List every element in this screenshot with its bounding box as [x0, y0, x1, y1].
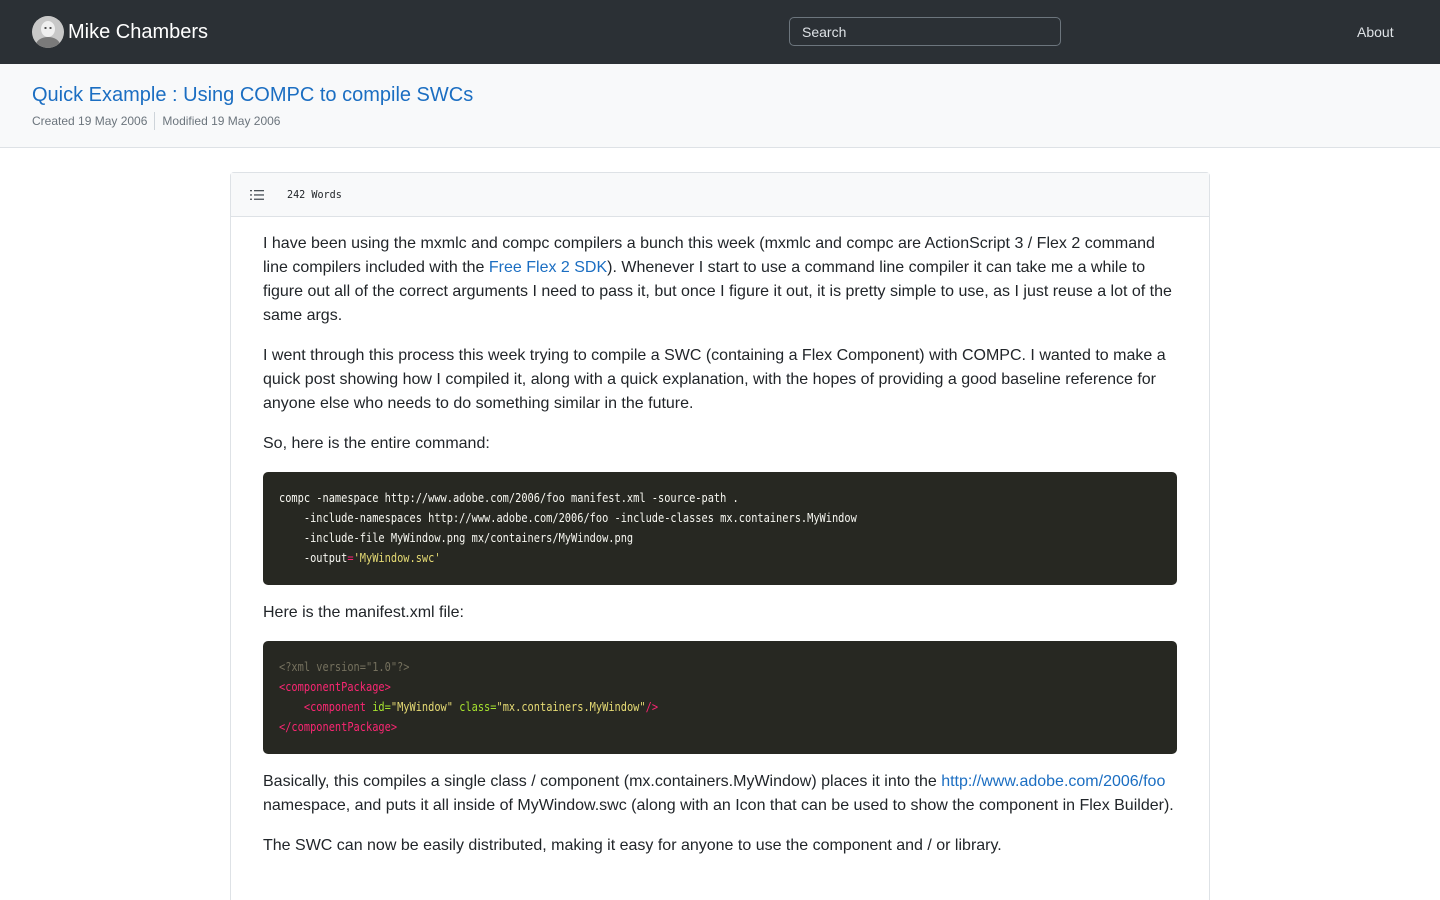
avatar-photo-icon: [32, 16, 64, 48]
paragraph: Basically, this compiles a single class …: [263, 770, 1177, 818]
post-meta: Created 19 May 2006 Modified 19 May 2006: [32, 112, 280, 130]
post-title[interactable]: Quick Example : Using COMPC to compile S…: [32, 83, 473, 107]
paragraph-text: Basically, this compiles a single class …: [263, 773, 942, 790]
code-token: "MyWindow": [390, 700, 453, 714]
word-count: 242 Words: [287, 188, 342, 201]
meta-divider: [154, 112, 156, 130]
code-token: />: [645, 700, 659, 714]
code-line: </componentPackage>: [279, 720, 398, 734]
top-navbar: Mike Chambers About: [0, 0, 1440, 64]
paragraph: The SWC can now be easily distributed, m…: [263, 837, 1002, 854]
paragraph: I have been using the mxmlc and compc co…: [263, 232, 1177, 328]
search-input[interactable]: [789, 17, 1061, 46]
post-content: I have been using the mxmlc and compc co…: [263, 232, 1177, 874]
brand-name: Mike Chambers: [68, 21, 209, 43]
post-card: 242 Words I have been using the mxmlc an…: [230, 172, 1210, 900]
brand-link[interactable]: Mike Chambers: [32, 16, 208, 48]
nav-about-link[interactable]: About: [1357, 23, 1394, 41]
code-line: <?xml version="1.0"?>: [279, 660, 410, 674]
paragraph: I went through this process this week tr…: [263, 347, 1166, 412]
paragraph: So, here is the entire command:: [263, 435, 490, 452]
code-line: -include-file MyWindow.png mx/containers…: [279, 531, 634, 545]
code-token: id=: [365, 700, 391, 714]
code-token: 'MyWindow.swc': [353, 551, 441, 565]
code-line: -output='MyWindow.swc': [279, 548, 1038, 568]
paragraph-text: namespace, and puts it all inside of MyW…: [263, 797, 1174, 814]
list-icon: [250, 189, 264, 200]
code-token: class=: [452, 700, 497, 714]
flex-sdk-link[interactable]: Free Flex 2 SDK: [489, 259, 607, 276]
code-block-manifest: <?xml version="1.0"?> <componentPackage> …: [263, 641, 1177, 754]
code-line: <component id="MyWindow" class="mx.conta…: [279, 697, 1038, 717]
modified-date: Modified 19 May 2006: [162, 114, 281, 128]
code-token: -output: [279, 551, 348, 565]
paragraph: Here is the manifest.xml file:: [263, 604, 464, 621]
code-line: -include-namespaces http://www.adobe.com…: [279, 511, 857, 525]
post-header: Quick Example : Using COMPC to compile S…: [0, 64, 1440, 148]
card-header: 242 Words: [231, 173, 1209, 217]
created-date: Created 19 May 2006: [32, 114, 148, 128]
toc-button[interactable]: [232, 173, 282, 216]
code-line: <componentPackage>: [279, 680, 391, 694]
code-line: compc -namespace http://www.adobe.com/20…: [279, 491, 739, 505]
code-block-command: compc -namespace http://www.adobe.com/20…: [263, 472, 1177, 585]
code-token: <component: [303, 700, 366, 714]
avatar: [32, 16, 64, 48]
code-token: "mx.containers.MyWindow": [496, 700, 646, 714]
namespace-link[interactable]: http://www.adobe.com/2006/foo: [941, 773, 1165, 790]
